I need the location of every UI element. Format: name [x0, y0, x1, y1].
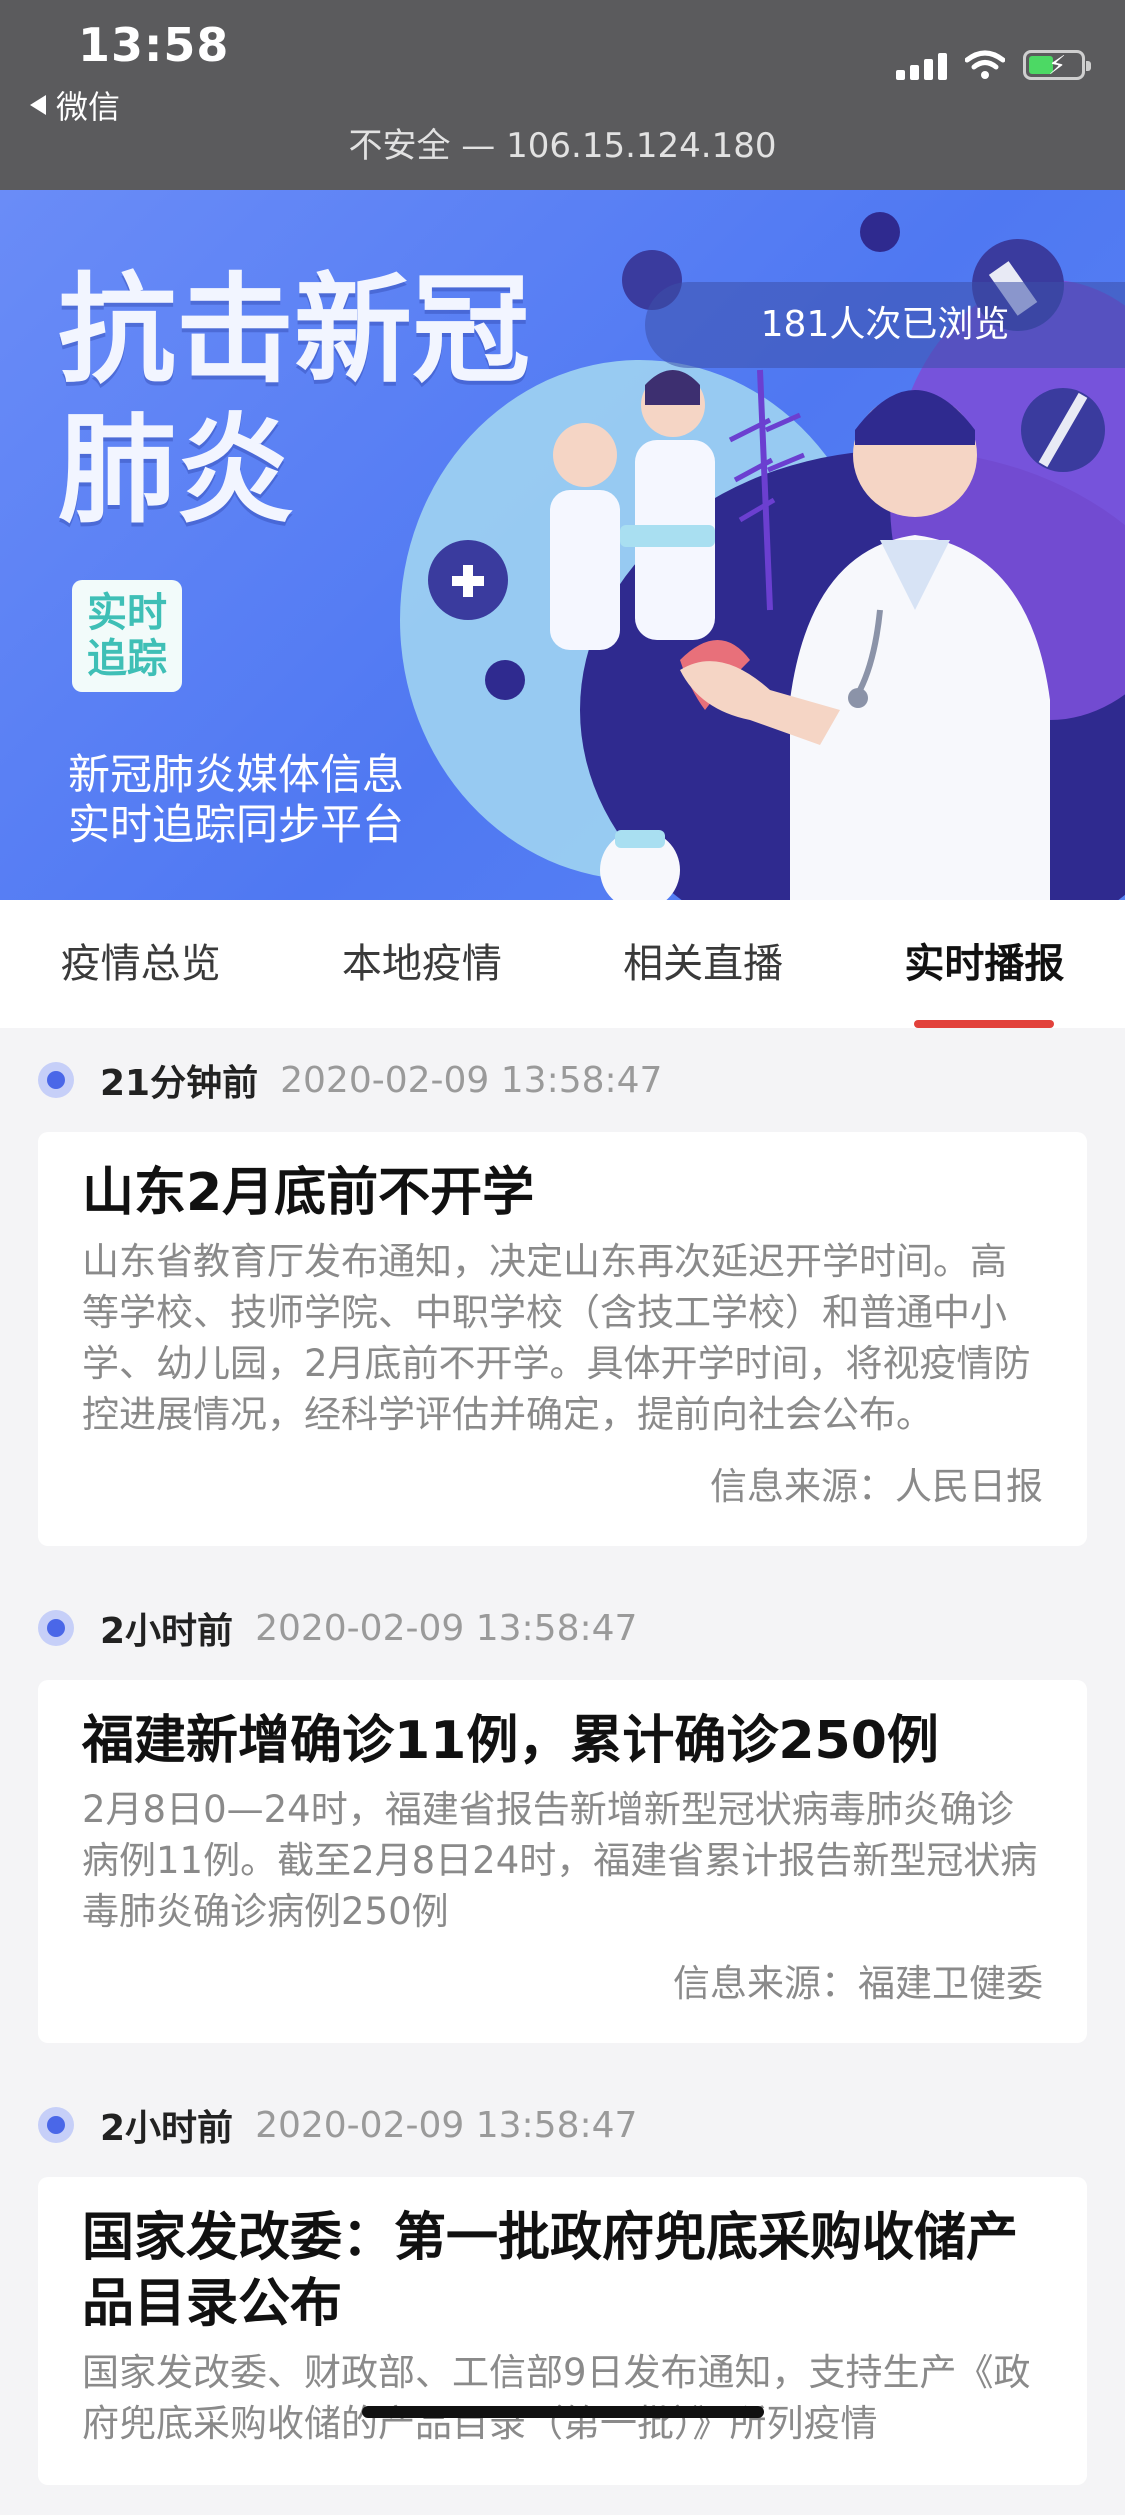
entry-header: 2小时前 2020-02-09 13:58:47 [38, 1576, 1087, 1680]
entry-relative-time: 2小时前 [100, 1611, 234, 1652]
realtime-tag: 实时 追踪 [72, 580, 182, 692]
news-source: 信息来源：人民日报 [710, 1465, 1043, 1508]
entry-relative-time: 2小时前 [100, 2108, 234, 2149]
status-icons: ⚡ [896, 50, 1091, 81]
news-card[interactable]: 国家发改委：第一批政府兜底采购收储产品目录公布 国家发改委、财政部、工信部9日发… [38, 2177, 1087, 2485]
entry-relative-time: 21分钟前 [100, 1063, 259, 1104]
banner-subtitle: 新冠肺炎媒体信息 实时追踪同步平台 [68, 750, 404, 850]
news-source: 信息来源：福建卫健委 [673, 1962, 1043, 2005]
banner-title-line2: 肺炎 [58, 401, 295, 539]
news-title: 福建新增确诊11例，累计确诊250例 [82, 1711, 939, 1771]
tab-live[interactable]: 相关直播 [563, 900, 844, 1028]
battery-icon: ⚡ [1023, 50, 1091, 81]
status-bar: 13:58 微信 ⚡ 不安全 — 106.15.124.180 [0, 0, 1125, 190]
news-body: 2月8日0—24时，福建省报告新增新型冠状病毒肺炎确诊病例11例。截至2月8日2… [82, 1788, 1038, 1933]
tab-bar: 疫情总览 本地疫情 相关直播 实时播报 [0, 900, 1125, 1028]
home-indicator[interactable] [362, 2406, 764, 2418]
entry-header: 2小时前 2020-02-09 13:58:47 [38, 2073, 1087, 2177]
news-title: 国家发改委：第一批政府兜底采购收储产品目录公布 [82, 2208, 1019, 2334]
news-body: 国家发改委、财政部、工信部9日发布通知，支持生产《政府兜底采购收储的产品目录（第… [82, 2351, 1031, 2445]
cellular-signal-icon [896, 53, 947, 80]
tab-overview[interactable]: 疫情总览 [0, 900, 281, 1028]
tab-local[interactable]: 本地疫情 [281, 900, 562, 1028]
wifi-icon [965, 50, 1005, 79]
feed-entry: 2小时前 2020-02-09 13:58:47 国家发改委：第一批政府兜底采购… [0, 2073, 1125, 2485]
news-card[interactable]: 福建新增确诊11例，累计确诊250例 2月8日0—24时，福建省报告新增新型冠状… [38, 1680, 1087, 2043]
timeline-dot-icon [38, 1610, 74, 1646]
view-count-badge: 181人次已浏览 [645, 282, 1125, 368]
entry-timestamp: 2020-02-09 13:58:47 [255, 1607, 638, 1649]
news-title: 山东2月底前不开学 [82, 1163, 535, 1223]
news-card[interactable]: 山东2月底前不开学 山东省教育厅发布通知，决定山东再次延迟开学时间。高等学校、技… [38, 1132, 1087, 1546]
realtime-tag-line2: 追踪 [87, 636, 167, 682]
feed-entry: 21分钟前 2020-02-09 13:58:47 山东2月底前不开学 山东省教… [0, 1028, 1125, 1546]
entry-header: 21分钟前 2020-02-09 13:58:47 [38, 1028, 1087, 1132]
news-body: 山东省教育厅发布通知，决定山东再次延迟开学时间。高等学校、技师学院、中职学校（含… [82, 1240, 1031, 1436]
timeline-dot-icon [38, 2107, 74, 2143]
entry-timestamp: 2020-02-09 13:58:47 [255, 2104, 638, 2146]
tab-realtime[interactable]: 实时播报 [844, 900, 1125, 1028]
status-time: 13:58 [78, 18, 230, 72]
feed-entry: 2小时前 2020-02-09 13:58:47 福建新增确诊11例，累计确诊2… [0, 1576, 1125, 2043]
banner-title: 抗击新冠 肺炎 [58, 260, 530, 540]
banner-title-line1: 抗击新冠 [58, 261, 531, 399]
realtime-tag-line1: 实时 [87, 590, 167, 636]
news-feed: 21分钟前 2020-02-09 13:58:47 山东2月底前不开学 山东省教… [0, 1028, 1125, 2515]
banner-subtitle-line2: 实时追踪同步平台 [68, 800, 405, 849]
banner-subtitle-line1: 新冠肺炎媒体信息 [68, 750, 405, 799]
entry-timestamp: 2020-02-09 13:58:47 [280, 1059, 663, 1101]
timeline-dot-icon [38, 1062, 74, 1098]
back-arrow-icon [30, 95, 46, 115]
address-bar[interactable]: 不安全 — 106.15.124.180 [0, 118, 1125, 167]
hero-banner: 抗击新冠 肺炎 实时 追踪 新冠肺炎媒体信息 实时追踪同步平台 181人次已浏览 [0, 190, 1125, 900]
